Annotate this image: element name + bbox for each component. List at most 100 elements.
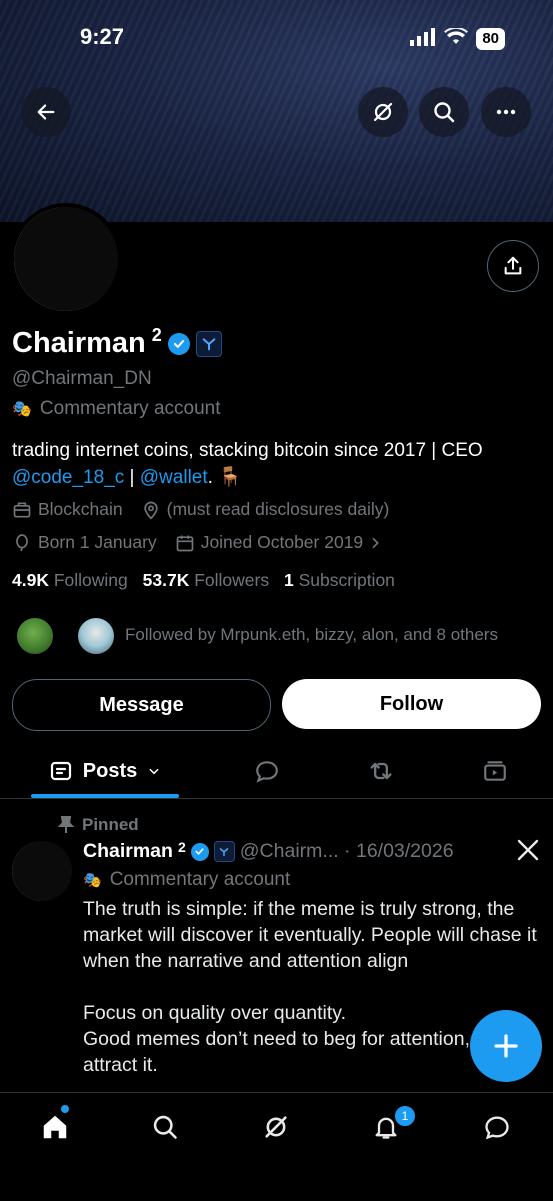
signal-icon — [410, 26, 436, 52]
media-icon — [484, 761, 506, 781]
following-link[interactable]: 4.9K Following — [12, 570, 128, 590]
profile-location: (must read disclosures daily) — [166, 499, 390, 519]
post-handle-date: @Chairm... · 16/03/2026 — [239, 840, 454, 862]
bio-separator: | — [129, 467, 135, 488]
bio-end: . — [207, 467, 213, 488]
posts-icon — [50, 761, 71, 781]
post-header: Chairman 2 @Chairm... · 16/03/2026 — [83, 838, 454, 863]
post-moon-shadow — [12, 841, 60, 901]
bio-link-code18c[interactable]: @code_18_c — [12, 467, 124, 488]
post-account-label-row: 🎭 Commentary account — [83, 869, 290, 891]
theater-masks-icon: 🎭 — [12, 401, 32, 418]
pinned-label: Pinned — [82, 815, 139, 834]
location-pin-icon — [143, 501, 158, 520]
verified-badge-icon[interactable] — [167, 332, 190, 355]
wifi-icon — [444, 26, 469, 52]
tab-reposts[interactable] — [361, 745, 401, 797]
tab-posts[interactable]: Posts — [31, 745, 179, 797]
followers-link[interactable]: 53.7K Followers — [143, 570, 269, 590]
reply-icon — [256, 761, 278, 783]
followers-label: Followers — [194, 570, 270, 590]
following-count: 4.9K — [12, 570, 49, 590]
account-label: Commentary account — [39, 398, 221, 419]
balloon-icon — [16, 533, 28, 551]
post-author-superscript: 2 — [177, 838, 186, 855]
tabs-divider — [0, 798, 553, 799]
grok-button[interactable] — [358, 87, 408, 137]
plus-icon — [494, 1034, 518, 1058]
profile-meta-row-1: Blockchain (must read disclosures daily) — [12, 499, 389, 520]
post-affiliate-badge-icon — [213, 841, 235, 862]
status-icons: 80 — [410, 26, 505, 52]
subscriptions-link[interactable]: 1 Subscription — [284, 570, 395, 590]
follower-avatar-pepe — [15, 616, 55, 656]
affiliate-badge-icon[interactable] — [195, 330, 222, 357]
bio-text: trading internet coins, stacking bitcoin… — [12, 440, 483, 461]
nav-messages[interactable] — [477, 1107, 517, 1147]
profile-category: Blockchain — [38, 499, 123, 519]
profile-avatar[interactable] — [10, 203, 122, 315]
post-theater-masks-icon: 🎭 — [83, 872, 102, 889]
tab-posts-label: Posts — [82, 759, 138, 782]
search-button[interactable] — [419, 87, 469, 137]
follower-avatar-punk — [76, 616, 116, 656]
tab-replies[interactable] — [247, 745, 287, 797]
followed-by-text[interactable]: Followed by Mrpunk.eth, bizzy, alon, and… — [125, 625, 498, 645]
bio-link-wallet[interactable]: @wallet — [140, 467, 208, 488]
pin-icon — [58, 816, 74, 833]
back-arrow-icon — [37, 104, 55, 120]
x-logo-icon — [516, 838, 540, 867]
repost-icon — [370, 762, 392, 780]
post-verified-badge-icon — [190, 842, 209, 861]
name-superscript: 2 — [151, 325, 162, 345]
subs-label: Subscription — [298, 570, 395, 590]
moon-shadow — [14, 207, 118, 311]
briefcase-icon — [13, 502, 31, 517]
home-notification-dot — [61, 1105, 69, 1113]
back-button[interactable] — [21, 87, 71, 137]
follow-button[interactable]: Follow — [282, 679, 541, 729]
following-label: Following — [53, 570, 128, 590]
chat-bubble-icon — [485, 1116, 509, 1140]
profile-handle: @Chairman_DN — [12, 368, 152, 389]
calendar-icon — [176, 535, 194, 551]
nav-grok[interactable] — [256, 1107, 296, 1147]
profile-meta-row-2: Born 1 January Joined October 2019 — [12, 532, 383, 553]
nav-search[interactable] — [145, 1107, 185, 1147]
profile-stats: 4.9K Following 53.7K Followers 1 Subscri… — [12, 570, 395, 591]
followers-count: 53.7K — [142, 570, 190, 590]
home-icon — [43, 1115, 67, 1139]
profile-name-row: Chairman 2 — [12, 325, 222, 360]
status-time: 9:27 — [80, 24, 125, 49]
status-bar: 9:27 80 — [0, 22, 553, 54]
profile-born: Born 1 January — [38, 532, 157, 552]
chair-icon: 🪑 — [218, 467, 242, 488]
share-icon — [504, 256, 522, 275]
notification-count-badge: 1 — [393, 1104, 417, 1128]
profile-name: Chairman — [12, 327, 146, 359]
more-icon — [496, 109, 516, 115]
message-button[interactable]: Message — [12, 679, 271, 731]
subs-count: 1 — [284, 570, 294, 590]
profile-joined[interactable]: Joined October 2019 — [201, 532, 363, 553]
tab-media[interactable] — [475, 745, 515, 797]
share-button[interactable] — [487, 240, 539, 292]
chevron-right-icon — [372, 537, 379, 548]
grok-icon — [373, 102, 393, 122]
battery-indicator: 80 — [476, 28, 505, 50]
post-account-label: Commentary account — [109, 869, 291, 890]
compose-button[interactable] — [470, 1010, 542, 1082]
bottom-navigation — [0, 1092, 553, 1201]
more-button[interactable] — [481, 87, 531, 137]
post-author-avatar[interactable] — [12, 841, 72, 901]
post-author-name[interactable]: Chairman — [83, 840, 173, 863]
search-icon — [434, 102, 455, 123]
account-label-row: 🎭 Commentary account — [12, 398, 221, 420]
profile-bio: trading internet coins, stacking bitcoin… — [12, 437, 542, 491]
chevron-down-icon — [149, 768, 159, 775]
nav-grok-icon — [265, 1116, 287, 1138]
pinned-row: Pinned — [58, 815, 139, 835]
nav-home[interactable] — [35, 1107, 75, 1147]
profile-tabs: Posts — [0, 745, 553, 797]
nav-search-icon — [153, 1115, 177, 1139]
